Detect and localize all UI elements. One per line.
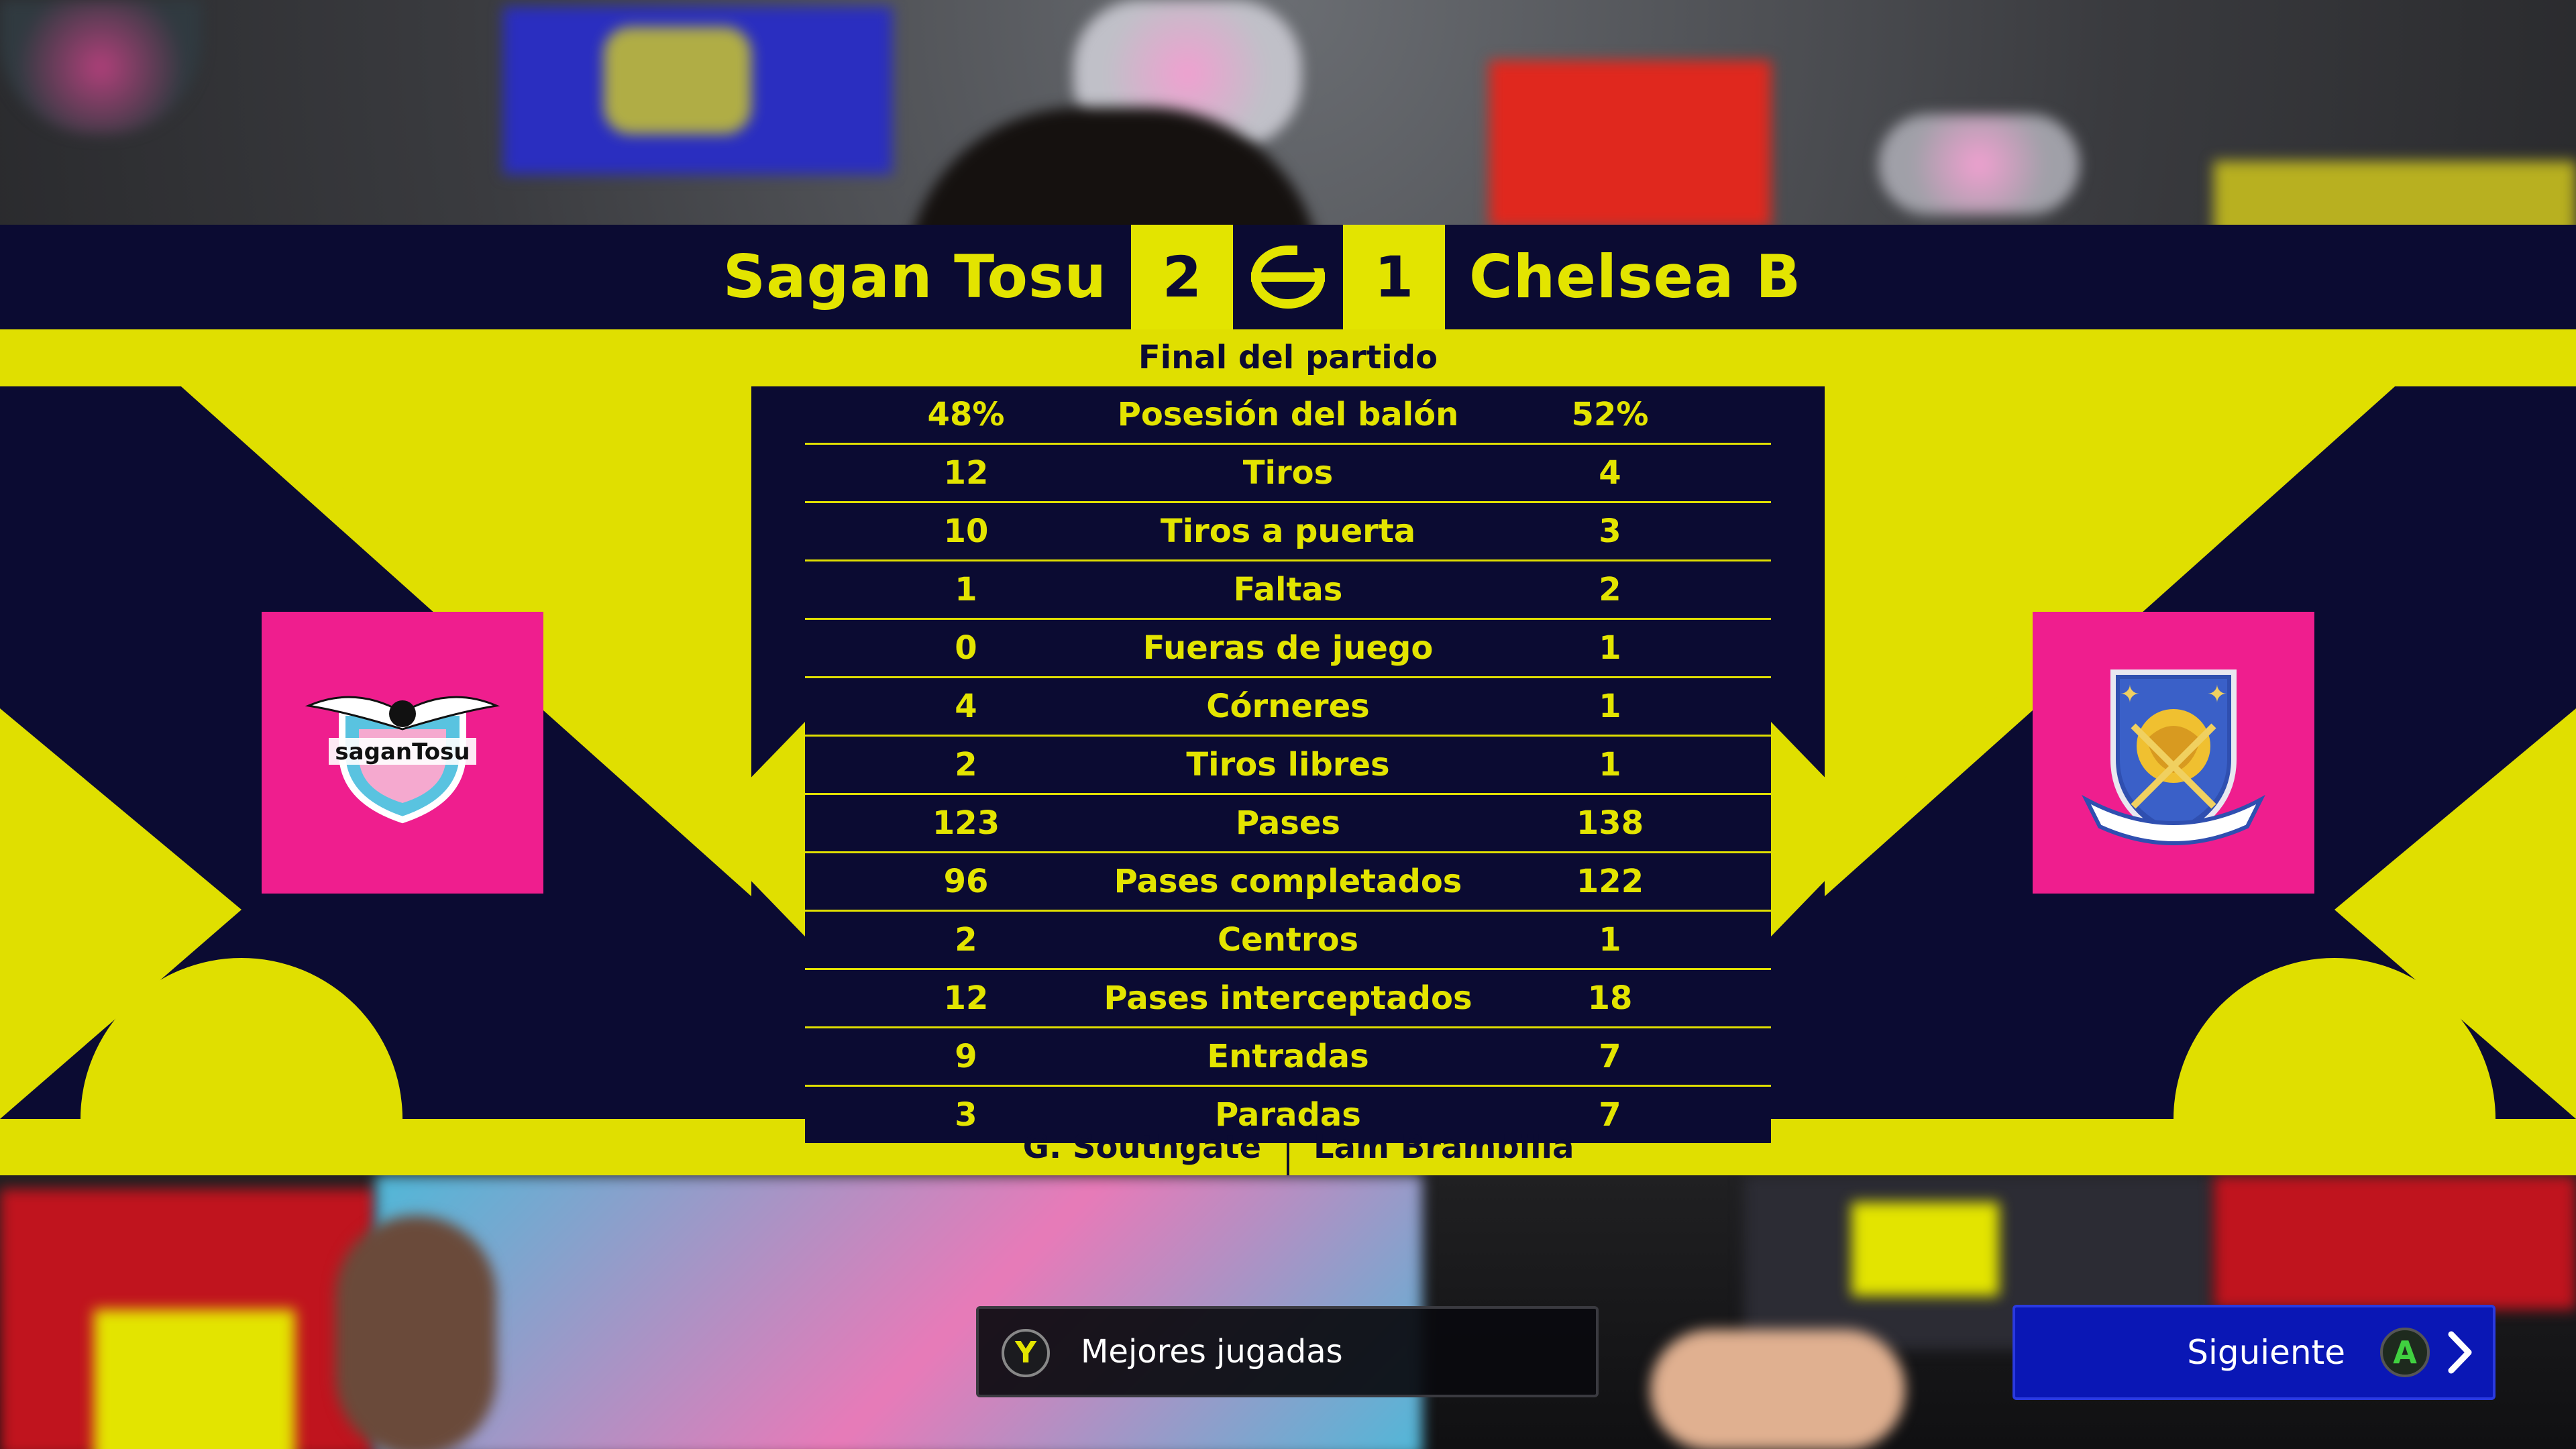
home-score: 2	[1131, 225, 1233, 329]
next-button-label: Siguiente	[2187, 1333, 2345, 1372]
away-score: 1	[1343, 225, 1445, 329]
stat-row: 12 Pases interceptados 18	[805, 970, 1771, 1028]
svg-text:✦: ✦	[2207, 681, 2227, 708]
away-stat-value: 122	[1576, 863, 1644, 900]
away-team-name: Chelsea B	[1469, 242, 1802, 311]
chevron-right-icon	[2448, 1331, 2472, 1374]
y-button-icon: Y	[1002, 1329, 1050, 1377]
svg-text:✦: ✦	[2120, 681, 2140, 708]
away-manager: Lam Brambilla	[1313, 1128, 1574, 1166]
home-crest-text: saganTosu	[335, 739, 470, 765]
stat-row: 2 Centros 1	[805, 912, 1771, 970]
a-button-icon: A	[2380, 1328, 2430, 1377]
home-manager: G. Southgate	[1022, 1128, 1261, 1166]
stats-table: 48% Posesión del balón 52% 12 Tiros 4 10…	[805, 386, 1771, 1143]
stat-row: 123 Pases 138	[805, 795, 1771, 853]
away-stat-value: 138	[1576, 804, 1644, 842]
match-status: Final del partido	[1138, 339, 1438, 376]
away-stat-value: 52%	[1571, 396, 1649, 433]
away-stat-value: 1	[1599, 688, 1621, 725]
away-stat-value: 7	[1599, 1038, 1621, 1075]
background-scene-top	[0, 0, 2576, 225]
stat-row: 10 Tiros a puerta 3	[805, 503, 1771, 561]
stat-row: 12 Tiros 4	[805, 445, 1771, 503]
stat-row: 48% Posesión del balón 52%	[805, 386, 1771, 445]
efootball-logo-icon	[1236, 225, 1340, 329]
away-stat-value: 1	[1599, 921, 1621, 959]
stat-row: 4 Córneres 1	[805, 678, 1771, 737]
home-team-crest: saganTosu	[262, 612, 543, 894]
next-button[interactable]: Siguiente A	[2012, 1305, 2496, 1400]
away-stat-value: 3	[1599, 513, 1621, 550]
stat-row: 1 Faltas 2	[805, 561, 1771, 620]
stat-row: 2 Tiros libres 1	[805, 737, 1771, 795]
stat-row: 0 Fueras de juego 1	[805, 620, 1771, 678]
highlights-button[interactable]: Y Mejores jugadas	[976, 1306, 1599, 1397]
managers-divider	[1287, 1119, 1289, 1175]
highlights-button-label: Mejores jugadas	[1081, 1333, 1343, 1371]
away-team-crest: ✦ ✦	[2033, 612, 2314, 894]
away-stat-value: 4	[1599, 454, 1621, 492]
home-team-name: Sagan Tosu	[722, 242, 1107, 311]
away-stat-value: 18	[1587, 979, 1633, 1017]
away-stat-value: 1	[1599, 746, 1621, 784]
stat-row: 9 Entradas 7	[805, 1028, 1771, 1087]
away-stat-value: 1	[1599, 629, 1621, 667]
stat-row: 96 Pases completados 122	[805, 853, 1771, 912]
managers-row: G. Southgate Lam Brambilla	[0, 1119, 2576, 1175]
away-stat-value: 2	[1599, 571, 1621, 608]
